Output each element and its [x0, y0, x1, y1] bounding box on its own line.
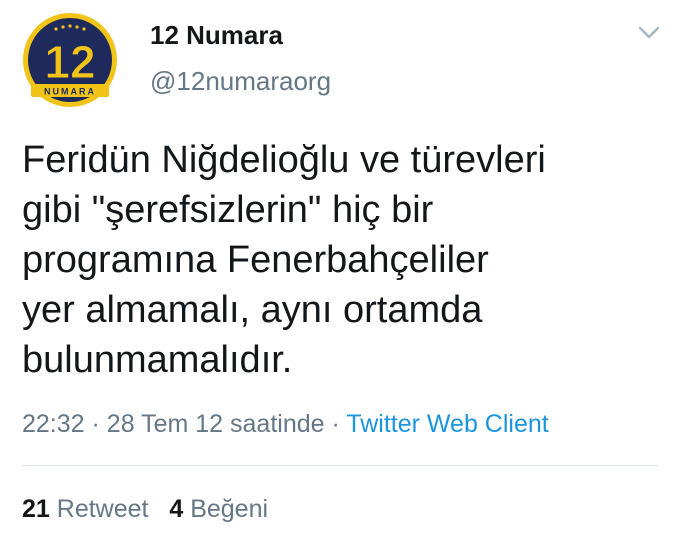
tweet-time[interactable]: 22:32	[22, 410, 85, 438]
likes-stat[interactable]: 4 Beğeni	[169, 495, 268, 523]
tweet-date[interactable]: 28 Tem 12 saatinde	[107, 410, 325, 438]
display-name[interactable]: 12 Numara	[150, 20, 283, 50]
meta-separator: ·	[91, 410, 100, 438]
avatar[interactable]: 12 NUMARA	[22, 12, 118, 108]
tweet-text: Feridün Niğdelioğlu ve türevleri gibi "ş…	[22, 139, 546, 381]
retweets-label: Retweet	[56, 495, 149, 523]
retweets-count: 21	[22, 495, 50, 523]
retweets-stat[interactable]: 21 Retweet	[22, 495, 148, 523]
avatar-brand: NUMARA	[44, 87, 96, 97]
meta-separator: ·	[331, 410, 340, 438]
account-handle[interactable]: @12numaraorg	[150, 66, 331, 96]
likes-label: Beğeni	[190, 495, 269, 523]
likes-count: 4	[169, 495, 184, 523]
tweet-source-link[interactable]: Twitter Web Client	[346, 410, 548, 438]
avatar-number: 12	[44, 36, 95, 88]
tweet-stats: 21 Retweet 4 Beğeni	[22, 493, 268, 525]
divider	[22, 465, 658, 466]
tweet-meta: 22:32 · 28 Tem 12 saatinde · Twitter Web…	[22, 408, 549, 440]
chevron-down-icon[interactable]	[636, 22, 662, 42]
